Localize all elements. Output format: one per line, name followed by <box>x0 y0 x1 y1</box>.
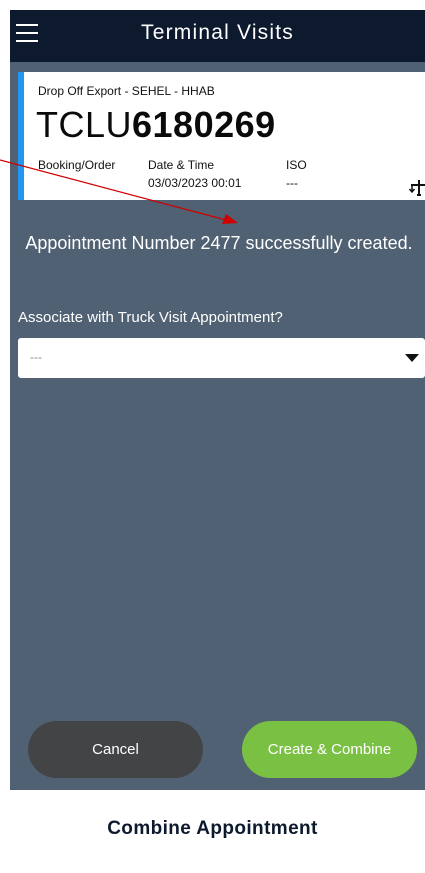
dropdown-selected-value: --- <box>30 350 42 364</box>
associate-label: Associate with Truck Visit Appointment? <box>18 309 283 326</box>
truck-visit-dropdown[interactable]: --- <box>18 338 425 378</box>
figure-caption: Combine Appointment <box>107 818 318 839</box>
create-combine-button[interactable]: Create & Combine <box>242 721 417 778</box>
caret-down-icon <box>405 354 419 362</box>
annotation-arrow <box>0 159 238 224</box>
cancel-button[interactable]: Cancel <box>28 721 203 778</box>
